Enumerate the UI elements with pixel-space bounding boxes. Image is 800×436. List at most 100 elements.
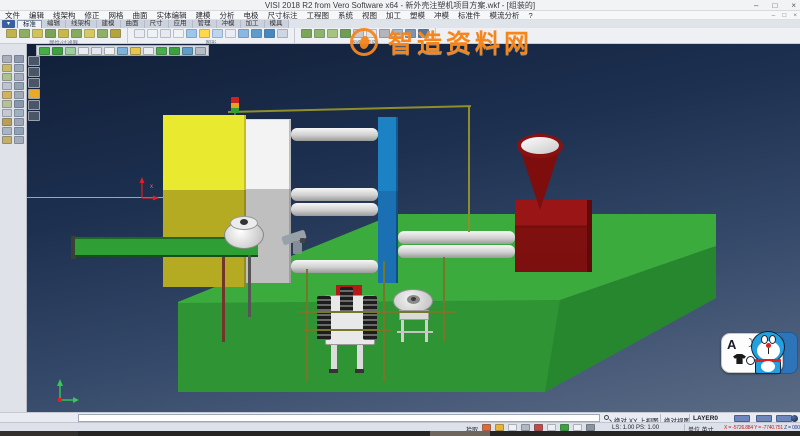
snap-toggle-icon[interactable] [482, 424, 491, 431]
toolbar-dropdown-button[interactable]: ▾ [2, 20, 15, 28]
sidebar-tool-icon[interactable] [14, 82, 24, 90]
view-cube-icon[interactable] [182, 47, 193, 55]
status-button[interactable] [776, 415, 792, 422]
sidebar-tool-icon[interactable] [2, 136, 12, 144]
view-cube-icon[interactable] [65, 47, 76, 55]
mdi-close-button[interactable]: × [793, 12, 797, 19]
float-tool-icon[interactable] [28, 111, 40, 121]
tool-icon[interactable] [45, 29, 56, 38]
sidebar-tool-icon[interactable] [2, 109, 12, 117]
viewport-3d[interactable] [27, 44, 800, 412]
sidebar-tool-icon[interactable] [14, 109, 24, 117]
sidebar-tool-icon[interactable] [14, 136, 24, 144]
sidebar-tool-icon[interactable] [2, 64, 12, 72]
close-button[interactable]: × [791, 0, 796, 11]
tool-icon[interactable] [264, 29, 275, 38]
tool-icon[interactable] [340, 29, 351, 38]
toolbar-tab[interactable]: 管理 [193, 20, 217, 28]
tool-icon[interactable] [353, 29, 364, 38]
toolbar-tab[interactable]: 建模 [97, 20, 121, 28]
search-icon[interactable] [604, 415, 609, 420]
menu-item[interactable]: 编辑 [29, 10, 44, 21]
toolbar-tab[interactable]: 曲面 [121, 20, 145, 28]
view-cube-icon[interactable] [39, 47, 50, 55]
menu-item[interactable]: 尺寸标注 [268, 10, 298, 21]
tool-icon[interactable] [277, 29, 288, 38]
view-cube-icon[interactable] [78, 47, 89, 55]
tool-icon[interactable] [97, 29, 108, 38]
sidebar-tool-icon[interactable] [2, 73, 12, 81]
toolbar-tab[interactable]: 冲模 [217, 20, 241, 28]
layer-label[interactable]: LAYER0 [693, 415, 718, 422]
menu-item[interactable]: 标准件 [458, 10, 481, 21]
sidebar-tool-icon[interactable] [14, 118, 24, 126]
menu-item[interactable]: 曲面 [133, 10, 148, 21]
tool-icon[interactable] [392, 29, 403, 38]
snap-toggle-icon[interactable] [495, 424, 504, 431]
snap-toggle-icon[interactable] [547, 424, 556, 431]
menu-item[interactable]: 网格 [109, 10, 124, 21]
view-cube-icon[interactable] [130, 47, 141, 55]
menu-item[interactable]: 修正 [85, 10, 100, 21]
menu-item[interactable]: 系统 [338, 10, 353, 21]
view-cube-icon[interactable] [117, 47, 128, 55]
view-cube-icon[interactable] [104, 47, 115, 55]
mdi-minimize-button[interactable]: – [772, 12, 776, 19]
tool-icon[interactable] [225, 29, 236, 38]
float-tool-icon[interactable] [28, 89, 40, 99]
toolbar-tab[interactable]: 应用 [169, 20, 193, 28]
menu-item[interactable]: 电极 [244, 10, 259, 21]
toolbar-tab[interactable]: 尺寸 [145, 20, 169, 28]
sidebar-tool-icon[interactable] [2, 91, 12, 99]
tool-icon[interactable] [212, 29, 223, 38]
status-button[interactable] [734, 415, 750, 422]
minimize-button[interactable]: – [754, 0, 758, 11]
menu-item[interactable]: 分析 [220, 10, 235, 21]
view-cube-icon[interactable] [52, 47, 63, 55]
menu-item[interactable]: 塑模 [410, 10, 425, 21]
restore-button[interactable]: □ [772, 0, 777, 11]
menu-item[interactable]: 实体编辑 [157, 10, 187, 21]
tool-icon[interactable] [58, 29, 69, 38]
tool-icon[interactable] [19, 29, 30, 38]
menu-item[interactable]: 视图 [362, 10, 377, 21]
snap-toggle-icon[interactable] [586, 424, 595, 431]
menu-item[interactable]: 线架构 [53, 10, 76, 21]
tool-icon[interactable] [186, 29, 197, 38]
tool-icon[interactable] [251, 29, 262, 38]
snap-toggle-icon[interactable] [508, 424, 517, 431]
sidebar-tool-icon[interactable] [14, 127, 24, 135]
tool-icon[interactable] [314, 29, 325, 38]
sidebar-tool-icon[interactable] [2, 127, 12, 135]
tool-icon[interactable] [160, 29, 171, 38]
view-cube-icon[interactable] [169, 47, 180, 55]
tool-icon[interactable] [405, 29, 416, 38]
tool-icon[interactable] [84, 29, 95, 38]
menu-item[interactable]: 模流分析 [490, 10, 520, 21]
view-cube-icon[interactable] [91, 47, 102, 55]
snap-toggle-icon[interactable] [521, 424, 530, 431]
toolbar-tab[interactable]: 标准 [17, 20, 42, 28]
float-tool-icon[interactable] [28, 56, 40, 66]
tool-icon[interactable] [147, 29, 158, 38]
tool-icon[interactable] [173, 29, 184, 38]
menu-item[interactable]: 冲模 [434, 10, 449, 21]
view-cube-icon[interactable] [156, 47, 167, 55]
float-tool-icon[interactable] [28, 78, 40, 88]
toolbar-tab[interactable]: 线架构 [66, 20, 97, 28]
sidebar-tool-icon[interactable] [2, 55, 12, 63]
float-tool-icon[interactable] [28, 100, 40, 110]
tool-icon[interactable] [6, 29, 17, 38]
render-sphere-icon[interactable] [791, 415, 798, 422]
toolbar-tab[interactable]: 加工 [241, 20, 265, 28]
view-cube-icon[interactable] [143, 47, 154, 55]
sidebar-tool-icon[interactable] [14, 73, 24, 81]
sidebar-tool-icon[interactable] [14, 55, 24, 63]
sidebar-tool-icon[interactable] [14, 64, 24, 72]
sidebar-tool-icon[interactable] [14, 100, 24, 108]
sidebar-tool-icon[interactable] [2, 82, 12, 90]
sidebar-tool-icon[interactable] [2, 100, 12, 108]
tool-icon[interactable] [418, 29, 429, 38]
float-tool-icon[interactable] [28, 67, 40, 77]
command-input[interactable] [78, 414, 600, 422]
